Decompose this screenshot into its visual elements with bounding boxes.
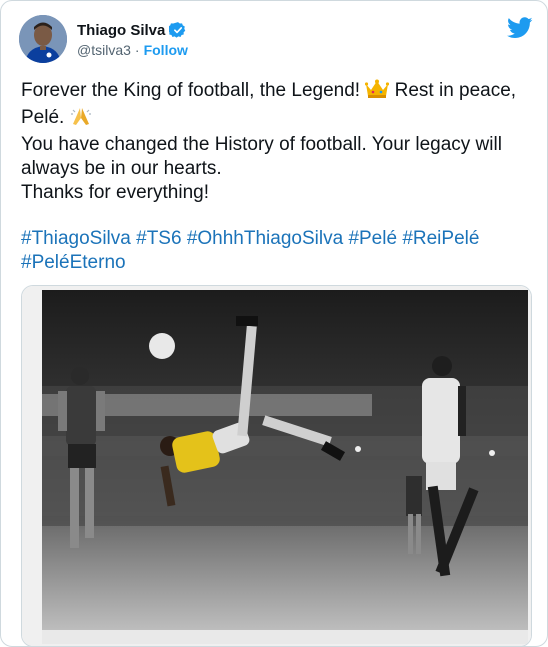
avatar[interactable] [19, 15, 67, 63]
hashtag-link[interactable]: #ThiagoSilva [21, 228, 131, 249]
crown-emoji [365, 79, 390, 106]
twitter-bird-icon[interactable] [507, 17, 533, 39]
hashtag-link[interactable]: #OhhhThiagoSilva [187, 228, 343, 249]
separator-dot: · [134, 42, 140, 58]
hashtag-link[interactable]: #Pelé [348, 228, 397, 249]
hashtag-link[interactable]: #PeléEterno [21, 252, 126, 273]
folded-hands-emoji [70, 106, 92, 133]
hashtag-list: #ThiagoSilva #TS6 #OhhhThiagoSilva #Pelé… [21, 227, 529, 275]
hashtag-link[interactable]: #ReiPelé [402, 228, 479, 249]
user-info: Thiago Silva @tsilva3 · Follow [77, 21, 188, 59]
tweet-card: Thiago Silva @tsilva3 · Follow Forever the… [0, 0, 548, 647]
tweet-text: Forever the King of football, the Legend… [21, 79, 529, 205]
tweet-header: Thiago Silva @tsilva3 · Follow [19, 15, 533, 69]
tweet-line-3: Thanks for everything! [21, 182, 209, 203]
user-handle[interactable]: @tsilva3 [77, 42, 131, 58]
tweet-line-2: You have changed the History of football… [21, 134, 502, 179]
verified-badge-icon [169, 22, 186, 38]
display-name[interactable]: Thiago Silva [77, 22, 165, 39]
follow-button[interactable]: Follow [144, 42, 188, 58]
tweet-media-image[interactable] [21, 285, 532, 646]
tweet-line-1: Forever the King of football, the Legend… [21, 79, 529, 133]
bicycle-kick-photo [22, 286, 531, 646]
hashtag-link[interactable]: #TS6 [136, 228, 181, 249]
